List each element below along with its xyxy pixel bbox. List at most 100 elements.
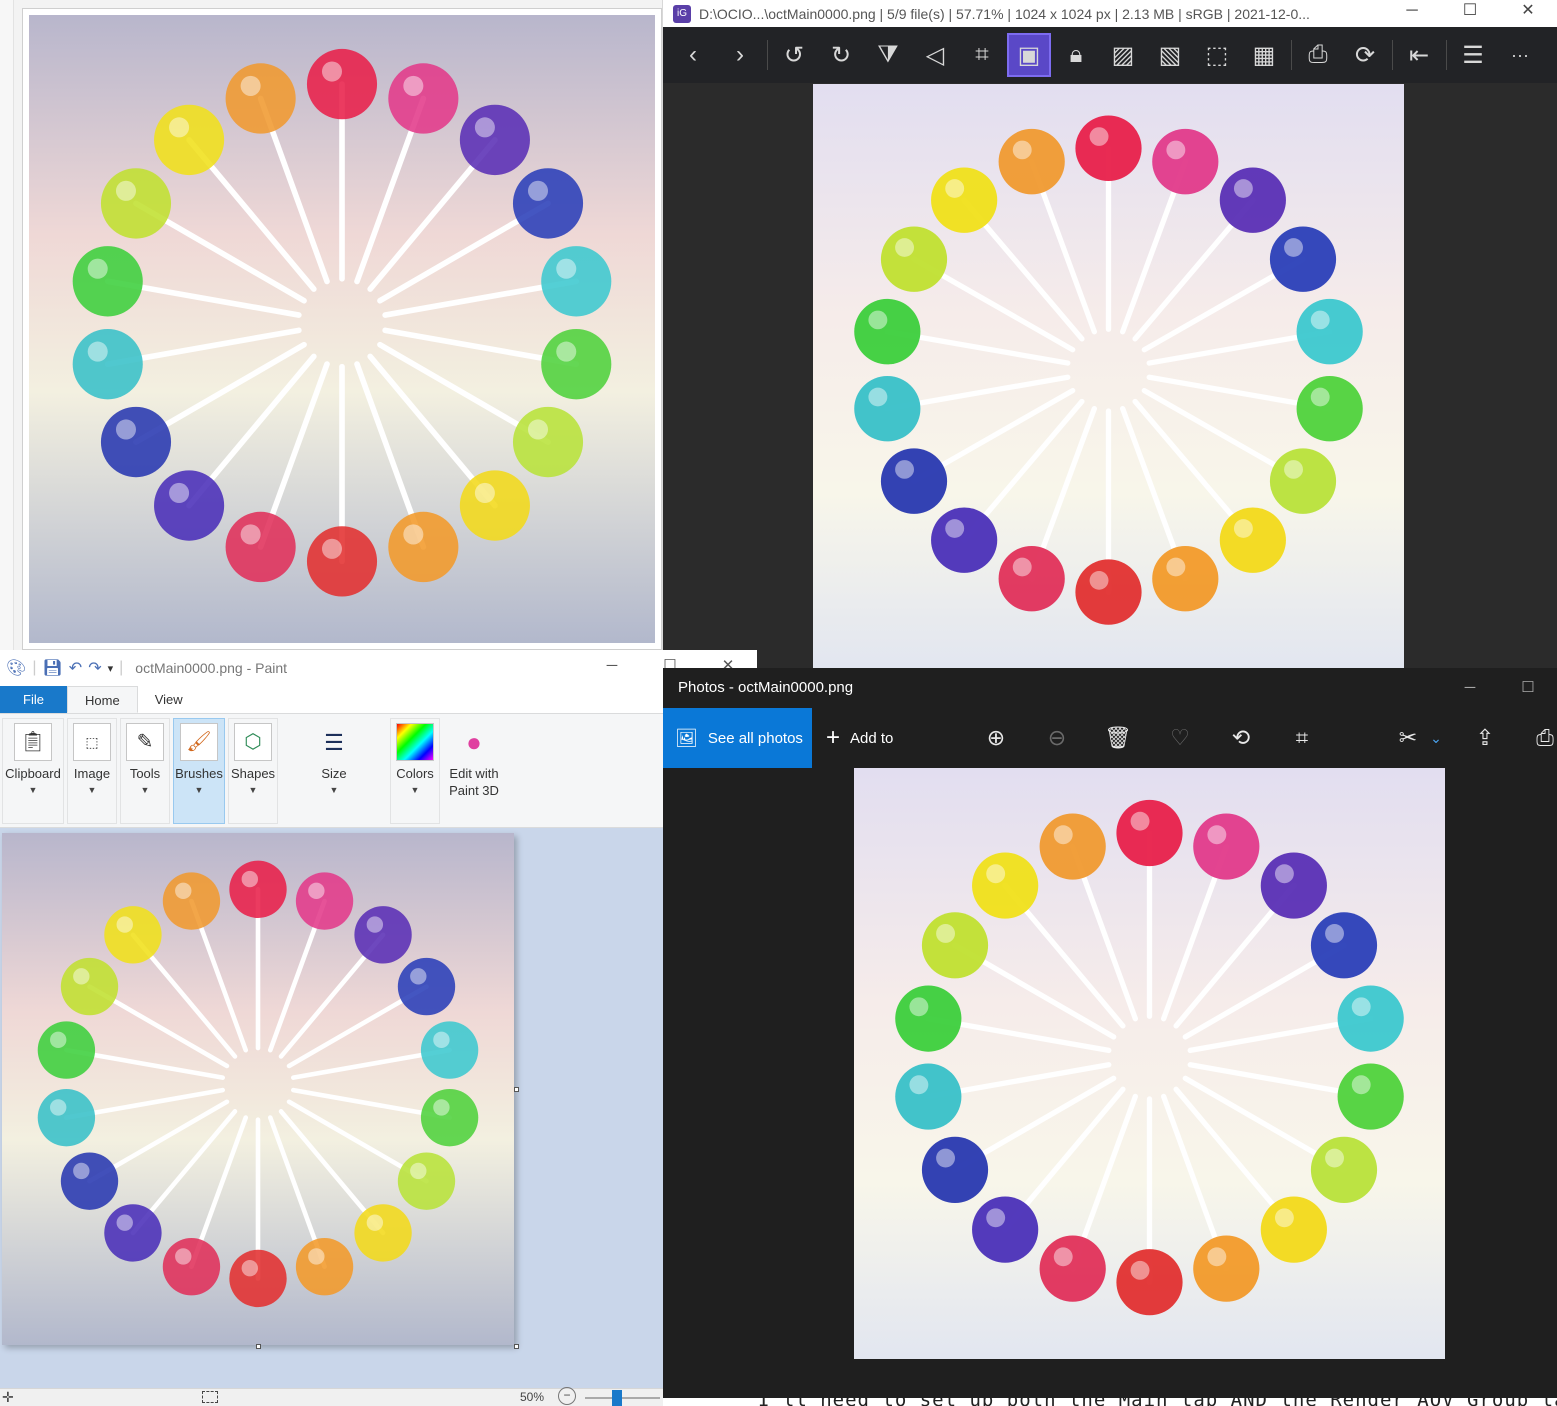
size-button[interactable]: ☰ Size ▼ bbox=[281, 718, 387, 824]
resize-handle-right[interactable] bbox=[514, 1087, 519, 1092]
lollipop-candy bbox=[998, 128, 1065, 195]
tab-view[interactable]: View bbox=[138, 686, 200, 713]
prev-icon[interactable]: ‹ bbox=[673, 35, 713, 75]
lollipop-highlight bbox=[169, 117, 190, 138]
brushes-button[interactable]: 🖌︎ Brushes ▼ bbox=[173, 718, 225, 824]
lollipop-candy bbox=[354, 906, 412, 964]
lollipop-candy bbox=[225, 511, 296, 583]
favorite-heart-icon[interactable]: ♡ bbox=[1160, 708, 1200, 768]
undo-icon[interactable]: ↶ bbox=[69, 658, 82, 678]
lollipop-candy bbox=[1310, 912, 1378, 979]
paint-canvas-image[interactable] bbox=[2, 833, 514, 1345]
redo-icon[interactable]: ↷ bbox=[88, 658, 101, 678]
share-icon[interactable]: ⇪ bbox=[1465, 708, 1505, 768]
more-icon[interactable]: ··· bbox=[1500, 35, 1540, 75]
lollipop-candy bbox=[972, 852, 1039, 919]
lollipop-candy bbox=[154, 470, 225, 541]
refresh-icon[interactable]: ⟳ bbox=[1345, 35, 1385, 75]
crop-icon[interactable]: ⌗ bbox=[962, 35, 1002, 75]
crop-icon[interactable]: ⌗ bbox=[1282, 708, 1322, 768]
image-viewer-window: iG D:\OCIO...\octMain0000.png | 5/9 file… bbox=[663, 0, 1557, 668]
see-all-photos-button[interactable]: 🖼︎ See all photos bbox=[663, 708, 812, 768]
lollipop-candy bbox=[1260, 852, 1327, 919]
maximize-button[interactable]: ☐ bbox=[1499, 668, 1557, 708]
lollipop-candy bbox=[1337, 985, 1404, 1052]
lollipop-candy bbox=[880, 226, 948, 292]
lollipop-candy bbox=[931, 167, 998, 233]
lollipop-highlight bbox=[308, 882, 325, 900]
lollipop-candy bbox=[880, 448, 948, 514]
lollipop-highlight bbox=[945, 519, 965, 538]
lollipop-candy bbox=[921, 912, 989, 979]
flip-vertical-icon[interactable]: ◁ bbox=[915, 35, 955, 75]
image-button[interactable]: ⬚ Image ▼ bbox=[67, 718, 117, 824]
tab-home[interactable]: Home bbox=[67, 686, 138, 713]
rotate-left-icon[interactable]: ↺ bbox=[774, 35, 814, 75]
minimize-button[interactable]: ─ bbox=[1383, 0, 1441, 27]
lollipop-highlight bbox=[1089, 571, 1109, 590]
menu-icon[interactable]: ☰ bbox=[1453, 35, 1493, 75]
zoom-out-button[interactable]: − bbox=[558, 1387, 576, 1405]
tools-button[interactable]: ✎ Tools ▼ bbox=[120, 718, 170, 824]
clipboard-button[interactable]: 📋︎ Clipboard ▼ bbox=[2, 718, 64, 824]
close-button[interactable]: ✕ bbox=[1499, 0, 1557, 27]
lollipop-highlight bbox=[175, 1248, 192, 1265]
lollipop-highlight bbox=[556, 258, 577, 279]
rotate-icon[interactable]: ⟲ bbox=[1221, 708, 1261, 768]
print-icon[interactable]: ⎙ bbox=[1298, 35, 1338, 75]
zoom-out-icon[interactable]: ⊖ bbox=[1037, 708, 1077, 768]
minimize-button[interactable]: ─ bbox=[1441, 668, 1499, 708]
lollipop-candy bbox=[512, 406, 584, 478]
next-icon[interactable]: › bbox=[720, 35, 760, 75]
minimize-button[interactable]: ─ bbox=[583, 650, 641, 682]
image-icon-4[interactable]: ▦ bbox=[1244, 35, 1284, 75]
zoom-slider-thumb[interactable] bbox=[612, 1390, 622, 1406]
lollipop-candy bbox=[1075, 115, 1142, 181]
lollipop-highlight bbox=[403, 524, 424, 545]
lollipop-highlight bbox=[50, 1099, 67, 1116]
lollipop-candy bbox=[1269, 448, 1337, 514]
lollipop-candy bbox=[354, 1204, 412, 1262]
lollipop-highlight bbox=[1166, 557, 1186, 577]
save-icon[interactable]: 💾︎ bbox=[42, 658, 62, 678]
resize-handle-corner[interactable] bbox=[514, 1344, 519, 1349]
lollipop-highlight bbox=[1207, 825, 1227, 845]
lock-icon[interactable]: 🔒︎ bbox=[1056, 35, 1096, 75]
print-icon[interactable]: ⎙ bbox=[1525, 708, 1557, 768]
maximize-button[interactable]: ☐ bbox=[1441, 0, 1499, 27]
lollipop-highlight bbox=[433, 1099, 450, 1116]
edit-with-paint3d-button[interactable]: ● Edit with Paint 3D bbox=[443, 718, 505, 824]
delete-icon[interactable]: 🗑︎ bbox=[1098, 708, 1138, 768]
zoom-in-icon[interactable]: ⊕ bbox=[976, 708, 1016, 768]
image-icon-2[interactable]: ▧ bbox=[1150, 35, 1190, 75]
lollipop-highlight bbox=[1325, 924, 1344, 943]
rotate-right-icon[interactable]: ↻ bbox=[821, 35, 861, 75]
lollipop-highlight bbox=[986, 1208, 1006, 1228]
shapes-button[interactable]: ⬡ Shapes ▼ bbox=[228, 718, 278, 824]
compare-icon[interactable]: ⇤ bbox=[1399, 35, 1439, 75]
chevron-down-icon[interactable]: ⌄ bbox=[1416, 708, 1456, 768]
background-text-editor: I'll need to set up both the Main tab AN… bbox=[663, 1398, 1557, 1406]
flip-horizontal-icon[interactable]: ⧩ bbox=[868, 35, 908, 75]
tab-file[interactable]: File bbox=[0, 686, 67, 713]
lollipop-highlight bbox=[1207, 1247, 1227, 1267]
lollipop-highlight bbox=[116, 916, 133, 933]
shapes-icon: ⬡ bbox=[234, 723, 272, 761]
customize-quick-access-icon[interactable]: ▾ bbox=[108, 662, 114, 675]
lollipop-highlight bbox=[1284, 238, 1303, 257]
lollipop-candy bbox=[1310, 1136, 1378, 1203]
lollipop-candy bbox=[154, 104, 225, 176]
image-icon-1[interactable]: ▨ bbox=[1103, 35, 1143, 75]
lollipop-highlight bbox=[321, 538, 343, 559]
add-to-button[interactable]: + Add to bbox=[826, 708, 893, 768]
zoom-slider[interactable] bbox=[585, 1397, 660, 1399]
lollipop-candy bbox=[162, 1238, 221, 1296]
lollipop-candy bbox=[397, 1152, 456, 1210]
colors-button[interactable]: Colors ▼ bbox=[390, 718, 440, 824]
lollipop-candy bbox=[1296, 298, 1363, 365]
lollipop-candy bbox=[60, 1152, 119, 1210]
image-icon-3[interactable]: ⬚ bbox=[1197, 35, 1237, 75]
resize-handle-bottom[interactable] bbox=[256, 1344, 261, 1349]
fit-image-icon[interactable]: ▣ bbox=[1007, 33, 1051, 77]
lollipop-candy bbox=[162, 872, 221, 930]
